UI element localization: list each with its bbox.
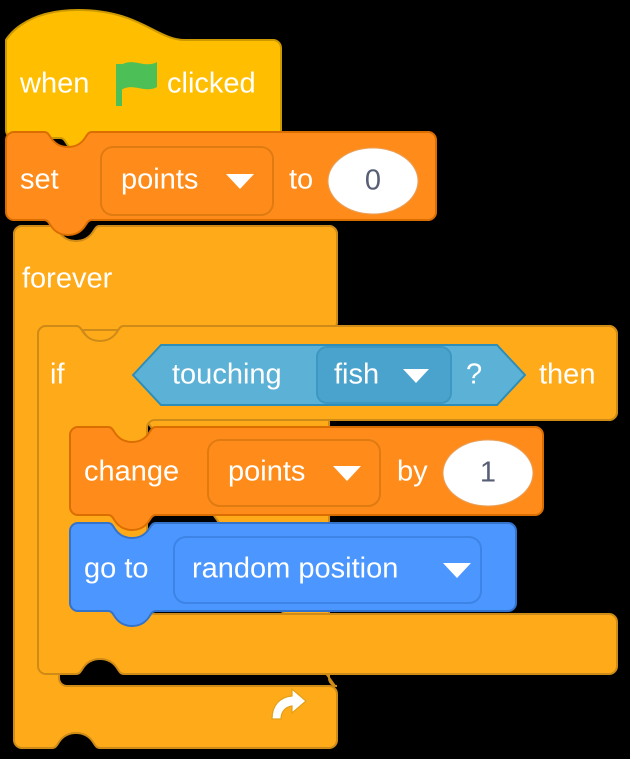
forever-label: forever xyxy=(22,263,113,295)
sprite-dropdown[interactable]: fish xyxy=(316,346,452,404)
go-to-target-dropdown[interactable]: random position xyxy=(173,536,482,604)
question-mark-label: ? xyxy=(466,359,482,391)
change-variable-dropdown-value: points xyxy=(228,456,305,488)
set-value-input-text: 0 xyxy=(365,165,381,197)
scratch-blocks-svg: forever if then touching fish ? when cli… xyxy=(5,8,618,749)
touching-label: touching xyxy=(172,359,282,391)
then-label: then xyxy=(539,359,595,391)
to-label: to xyxy=(289,164,313,196)
change-label: change xyxy=(84,456,179,488)
change-value-input-text: 1 xyxy=(480,457,496,489)
go-to-label: go to xyxy=(84,553,149,585)
change-variable-dropdown[interactable]: points xyxy=(207,439,381,507)
block-set-variable[interactable]: set points to 0 xyxy=(5,131,437,237)
block-touching-sprite[interactable]: touching fish ? xyxy=(131,344,527,406)
set-variable-dropdown[interactable]: points xyxy=(100,146,274,216)
go-to-target-dropdown-value: random position xyxy=(192,553,398,585)
if-label: if xyxy=(50,359,65,391)
block-change-variable[interactable]: change points by 1 xyxy=(69,426,544,532)
block-go-to[interactable]: go to random position xyxy=(69,522,517,628)
clicked-label: clicked xyxy=(167,68,256,100)
when-label: when xyxy=(19,68,89,100)
set-variable-dropdown-value: points xyxy=(121,164,198,196)
set-value-input[interactable]: 0 xyxy=(327,147,419,215)
set-label: set xyxy=(20,164,59,196)
change-value-input[interactable]: 1 xyxy=(442,439,534,507)
by-label: by xyxy=(397,456,428,488)
sprite-dropdown-value: fish xyxy=(334,359,379,391)
scratch-script-canvas: forever if then touching fish ? when cli… xyxy=(0,0,630,759)
